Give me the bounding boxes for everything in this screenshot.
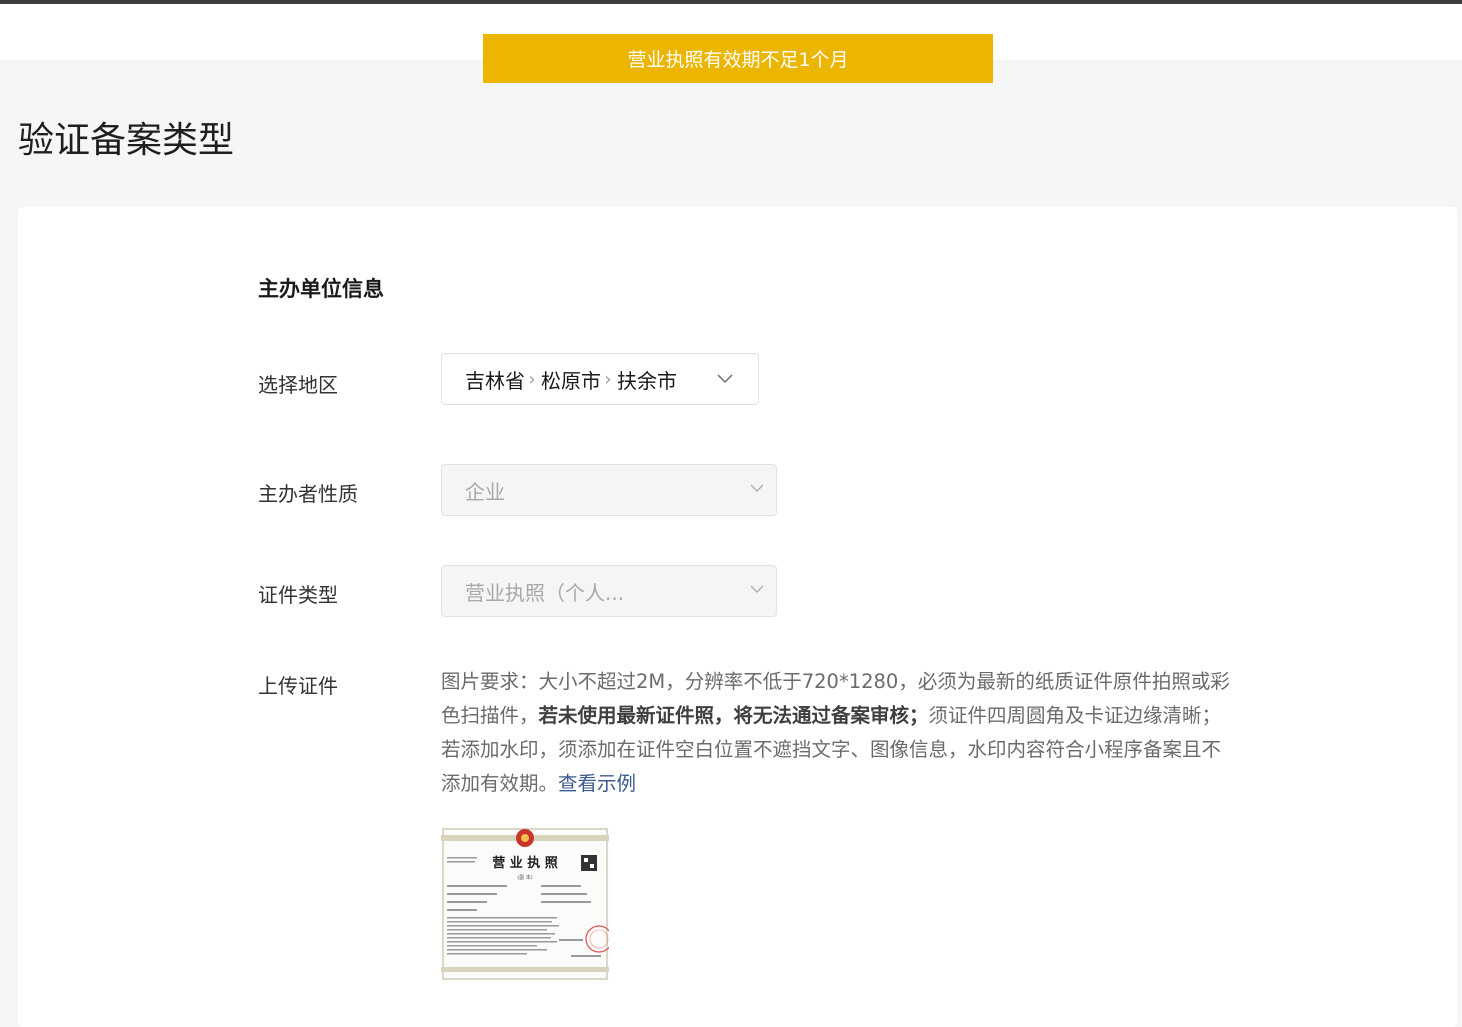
sponsor-type-value: 企业 [465,479,505,504]
sponsor-type-label: 主办者性质 [258,482,358,506]
region-select[interactable]: 吉林省 › 松原市 › 扶余市 [441,353,759,405]
chevron-right-icon: › [604,368,612,390]
page-title: 验证备案类型 [18,120,235,161]
form-card: 主办单位信息 选择地区 吉林省 › 松原市 › 扶余市 主办者性质 企业 证件类… [18,207,1457,1027]
requirements-warning: 若未使用最新证件照，将无法通过备案审核； [538,704,929,727]
cert-type-label: 证件类型 [258,583,338,607]
chevron-down-icon [750,484,764,492]
section-title: 主办单位信息 [258,277,384,301]
region-label: 选择地区 [258,373,338,397]
province-text: 吉林省 [465,368,525,393]
city-text: 松原市 [541,368,601,393]
cert-type-select[interactable]: 营业执照（个人... [441,565,777,617]
view-example-link[interactable]: 查看示例 [558,772,636,795]
business-license-image[interactable]: 营 业 执 照 (副 本) [441,827,609,981]
sponsor-type-select[interactable]: 企业 [441,464,777,516]
license-expiry-toast: 营业执照有效期不足1个月 [483,34,993,83]
county-text: 扶余市 [617,368,677,393]
chevron-down-icon [750,585,764,593]
qr-code-icon [581,855,597,871]
chevron-right-icon: › [528,368,536,390]
upload-requirements: 图片要求：大小不超过2M，分辨率不低于720*1280，必须为最新的纸质证件原件… [441,665,1231,801]
cert-type-value: 营业执照（个人... [465,580,625,605]
toast-text: 营业执照有效期不足1个月 [627,49,849,71]
license-subheading: (副 本) [517,874,533,881]
upload-label: 上传证件 [258,674,338,698]
chevron-down-icon [717,374,733,384]
license-heading: 营 业 执 照 [492,855,558,871]
